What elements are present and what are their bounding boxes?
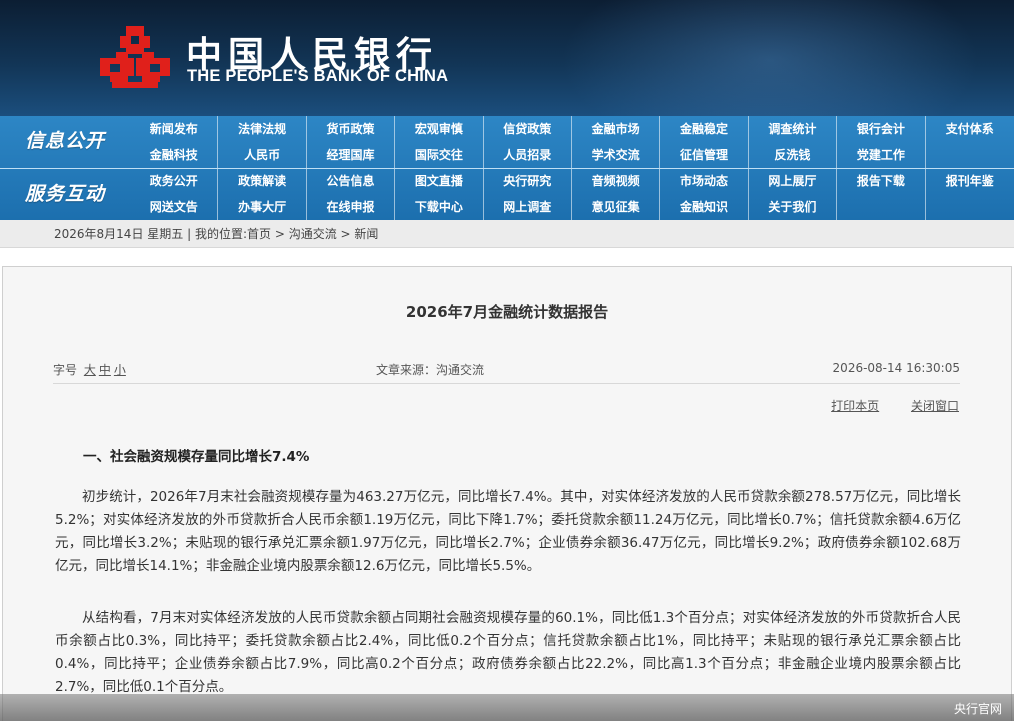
nav-item[interactable]: 金融市场: [572, 116, 661, 142]
font-size-medium[interactable]: 中: [99, 363, 111, 377]
nav-item[interactable]: 网上调查: [484, 194, 572, 220]
nav-item[interactable]: 党建工作: [837, 142, 926, 168]
nav-item[interactable]: 学术交流: [572, 142, 661, 168]
nav-item[interactable]: 公告信息: [307, 168, 396, 194]
article-actions: 打印本页 关闭窗口: [803, 397, 959, 414]
nav-item[interactable]: 金融稳定: [660, 116, 749, 142]
breadcrumb-communication[interactable]: 沟通交流: [289, 227, 337, 241]
article-container: 2026年7月金融统计数据报告 字号 大中小 文章来源：沟通交流 2026-08…: [2, 266, 1012, 721]
nav-item[interactable]: 政策解读: [218, 168, 307, 194]
source-watermark: 央行官网: [0, 694, 1014, 721]
nav-item[interactable]: 金融科技: [130, 142, 219, 168]
nav-item[interactable]: 意见征集: [572, 194, 661, 220]
article-datetime: 2026-08-14 16:30:05: [832, 361, 960, 375]
nav-item[interactable]: 反洗钱: [749, 142, 838, 168]
nav-item[interactable]: 网上展厅: [749, 168, 838, 194]
article-paragraph: 初步统计，2026年7月末社会融资规模存量为463.27万亿元，同比增长7.4%…: [55, 489, 961, 574]
nav-item[interactable]: 金融知识: [660, 194, 749, 220]
nav-item[interactable]: 办事大厅: [218, 194, 307, 220]
breadcrumb-home[interactable]: 首页: [247, 227, 271, 241]
nav-item[interactable]: 银行会计: [837, 116, 926, 142]
infobar-separator: |: [183, 227, 195, 241]
nav-section-label-info[interactable]: 信息公开: [0, 116, 130, 166]
watermark-text: 央行官网: [953, 702, 1002, 716]
font-size-switcher: 字号 大中小: [53, 361, 126, 378]
nav-item-empty: [837, 194, 926, 220]
font-size-large[interactable]: 大: [84, 363, 96, 377]
breadcrumb-news[interactable]: 新闻: [354, 227, 378, 241]
pboc-logo-icon[interactable]: [98, 24, 172, 90]
nav-item-empty: [926, 142, 1014, 168]
nav-item[interactable]: 关于我们: [749, 194, 838, 220]
nav-section-label-service[interactable]: 服务互动: [0, 169, 130, 219]
nav-item[interactable]: 征信管理: [660, 142, 749, 168]
close-window-link[interactable]: 关闭窗口: [911, 399, 959, 413]
nav-item[interactable]: 新闻发布: [130, 116, 219, 142]
nav-item[interactable]: 法律法规: [218, 116, 307, 142]
breadcrumb-separator: >: [336, 227, 355, 241]
nav-divider: [0, 168, 1014, 169]
nav-item[interactable]: 经理国库: [307, 142, 396, 168]
banner-glow: [560, 0, 980, 116]
article-source: 文章来源：沟通交流: [376, 363, 485, 377]
nav-item-empty: [926, 194, 1014, 220]
article-title: 2026年7月金融统计数据报告: [405, 303, 609, 321]
meta-divider: [53, 383, 960, 384]
font-size-small[interactable]: 小: [114, 363, 126, 377]
nav-item[interactable]: 国际交往: [395, 142, 484, 168]
nav-grid-info: 新闻发布 法律法规 货币政策 宏观审慎 信贷政策 金融市场 金融稳定 调查统计 …: [130, 116, 1014, 168]
article-paragraph: 从结构看，7月末对实体经济发放的人民币贷款余额占同期社会融资规模存量的60.1%…: [55, 610, 961, 695]
breadcrumb-separator: >: [271, 227, 289, 241]
nav-item[interactable]: 报告下载: [837, 168, 926, 194]
bank-name-en: THE PEOPLE'S BANK OF CHINA: [187, 67, 449, 85]
nav-item[interactable]: 在线申报: [307, 194, 396, 220]
section-heading: 一、社会融资规模存量同比增长7.4%: [83, 449, 310, 465]
nav-item[interactable]: 信贷政策: [484, 116, 572, 142]
location-label: 我的位置:: [194, 227, 247, 241]
breadcrumb: 2026年8月14日 星期五 | 我的位置:首页 > 沟通交流 > 新闻: [0, 220, 1014, 248]
nav-item[interactable]: 人员招录: [484, 142, 572, 168]
nav-item[interactable]: 音频视频: [572, 168, 661, 194]
nav-item[interactable]: 网送文告: [130, 194, 219, 220]
nav-item[interactable]: 央行研究: [484, 168, 572, 194]
header-banner: 中国人民银行 THE PEOPLE'S BANK OF CHINA: [0, 0, 1014, 116]
font-size-label: 字号: [53, 363, 78, 377]
nav-item[interactable]: 调查统计: [749, 116, 838, 142]
nav-grid-service: 政务公开 政策解读 公告信息 图文直播 央行研究 音频视频 市场动态 网上展厅 …: [130, 168, 1014, 220]
nav-item[interactable]: 图文直播: [395, 168, 484, 194]
nav-item[interactable]: 下载中心: [395, 194, 484, 220]
nav-item[interactable]: 宏观审慎: [395, 116, 484, 142]
nav-item[interactable]: 货币政策: [307, 116, 396, 142]
nav-item[interactable]: 政务公开: [130, 168, 219, 194]
nav-item[interactable]: 支付体系: [926, 116, 1014, 142]
nav-item[interactable]: 报刊年鉴: [926, 168, 1014, 194]
article-meta: 字号 大中小 文章来源：沟通交流 2026-08-14 16:30:05: [53, 361, 960, 379]
current-date: 2026年8月14日 星期五: [54, 227, 184, 241]
nav-item[interactable]: 市场动态: [660, 168, 749, 194]
print-page-link[interactable]: 打印本页: [831, 399, 879, 413]
nav-item[interactable]: 人民币: [218, 142, 307, 168]
